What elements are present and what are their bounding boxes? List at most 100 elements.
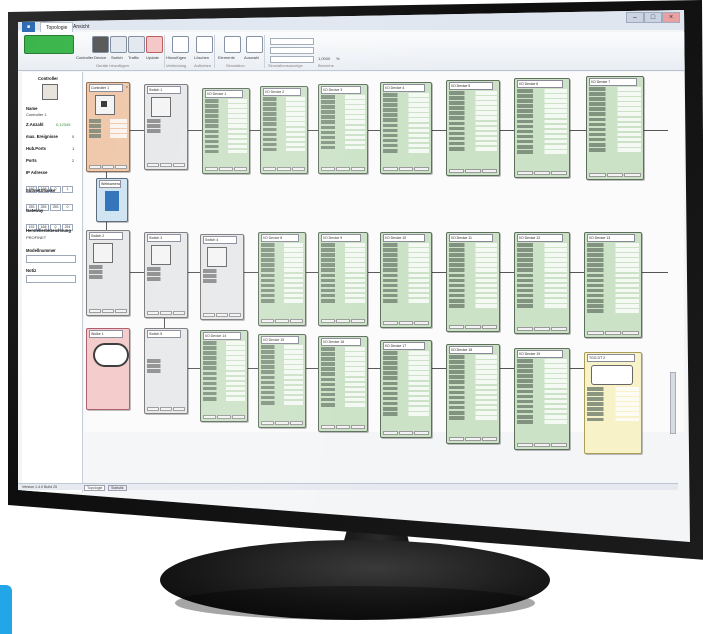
tab-ansicht[interactable]: Ansicht [68,22,94,32]
switch-card[interactable]: Switch 2 [86,230,130,316]
vendor-value[interactable]: PROFINET [26,235,46,240]
card-buttons[interactable] [205,167,247,171]
card-buttons[interactable] [263,167,305,171]
tab-statistics-view[interactable]: Statistik [108,485,127,491]
card-buttons[interactable] [449,437,497,441]
field-value-name[interactable]: Controller 1 [26,112,47,117]
device-card[interactable]: I/O Device 1 [202,88,250,174]
card-buttons[interactable] [147,407,185,411]
card-fields [589,87,641,171]
select-icon[interactable] [246,36,263,53]
ribbon-label-select: Auswahl [244,55,260,60]
field-value-ports[interactable]: 2 [72,158,74,163]
card-buttons[interactable] [449,325,497,329]
ribbon-group-sim-display: Simulationsanzeige [268,63,303,68]
card-fields [321,243,365,317]
zoom-value[interactable]: 1,0000 [318,56,330,61]
device-card[interactable]: I/O Device 16 [318,336,368,432]
card-title: Webkamera [99,180,121,188]
card-buttons[interactable] [587,331,640,335]
ribbon-combo-1[interactable] [270,38,314,45]
device-card[interactable]: I/O Device 18 [446,344,500,444]
card-title: I/O Device 5 [449,82,493,90]
controller-icon[interactable] [24,35,74,54]
elements-icon[interactable] [224,36,241,53]
ip-octet[interactable]: 1 [62,186,73,193]
device-card[interactable]: I/O Device 3 [318,84,368,174]
ribbon-separator [264,35,265,68]
card-buttons[interactable] [383,167,430,171]
device-card[interactable]: I/O Device 2 [260,86,308,174]
vertical-scrollbar[interactable] [670,372,676,434]
tab-topology-view[interactable]: Topologie [84,485,106,491]
card-buttons[interactable] [383,321,430,325]
cloud-card[interactable]: Wolke 1 [86,328,130,410]
model-field[interactable] [26,255,76,263]
card-buttons[interactable] [321,319,365,323]
file-tab[interactable]: ■ [22,22,36,32]
device-card[interactable]: I/O Device 13 [584,232,642,338]
device-card[interactable]: I/O Device 11 [446,232,500,332]
card-buttons[interactable] [589,173,642,177]
card-buttons[interactable] [203,313,241,317]
ribbon-combo-3[interactable] [270,56,314,63]
switch-card[interactable]: Switch 3 [144,232,188,318]
ribbon-combo-2[interactable] [270,47,314,54]
switch-card[interactable]: Switch 4 [200,234,244,320]
version-text: Version 1.4.0 Build 25 [22,485,57,489]
device-card[interactable]: I/O Device 15 [258,334,306,428]
card-title: I/O Device 6 [517,80,563,88]
switch-card[interactable]: Switch 1 [144,84,188,170]
delete-icon[interactable] [196,36,213,53]
card-buttons[interactable] [261,421,303,425]
switch-card[interactable]: Switch 5 [144,328,188,414]
card-buttons[interactable] [203,415,245,419]
card-buttons[interactable] [89,165,127,169]
device-card[interactable]: I/O Device 10 [380,232,432,328]
device-card[interactable]: I/O Device 6 [514,78,570,178]
ribbon-group-connection: Verbindung [166,63,187,68]
card-buttons[interactable] [261,319,303,323]
card-buttons[interactable] [449,169,497,173]
card-buttons[interactable] [147,163,185,167]
device-card[interactable]: I/O Device 9 [318,232,368,326]
card-buttons[interactable] [517,171,567,175]
field-value-hub-ports[interactable]: 1 [72,146,74,151]
traffic-generator-card[interactable]: TGG DT 2 [584,352,642,454]
ribbon-group-devices: Geräte hinzufügen [96,63,129,68]
gateway-label: Gateway [26,208,44,213]
device-card[interactable]: I/O Device 7 [586,76,644,180]
ribbon-label-update: Update [146,55,159,60]
card-fields [321,95,365,165]
traffic-icon[interactable] [128,36,145,53]
device-card[interactable]: I/O Device 12 [514,232,570,334]
device-card[interactable]: I/O Device 5 [446,80,500,176]
update-icon[interactable] [146,36,163,53]
card-buttons[interactable] [321,425,365,429]
card-fields [517,359,567,441]
minimize-button[interactable]: – [626,12,644,23]
add-icon[interactable] [172,36,189,53]
card-buttons[interactable] [517,443,567,447]
card-buttons[interactable] [321,167,365,171]
card-buttons[interactable] [147,311,185,315]
webcam-card[interactable]: Webkamera [96,178,128,222]
device-card[interactable]: I/O Device 8 [258,232,306,326]
device-card[interactable]: I/O Device 4 [380,82,432,174]
maximize-button[interactable]: □ [644,12,662,23]
card-buttons[interactable] [89,309,127,313]
close-icon[interactable]: × [126,84,128,90]
notes-field[interactable] [26,275,76,283]
field-value-events[interactable]: 0 [72,134,74,139]
device-card[interactable]: I/O Device 19 [514,348,570,450]
close-button[interactable]: × [662,12,680,23]
card-buttons[interactable] [517,327,567,331]
card-buttons[interactable] [383,431,430,435]
subnet-octet[interactable]: 0 [62,204,73,211]
subnet-octet[interactable]: 255 [50,204,61,211]
device-card[interactable]: I/O Device 14 [200,330,248,422]
device-icon[interactable] [92,36,109,53]
device-card[interactable]: I/O Device 17 [380,340,432,438]
controller-card[interactable]: Controller 1 × [86,82,130,172]
switch-icon[interactable] [110,36,127,53]
